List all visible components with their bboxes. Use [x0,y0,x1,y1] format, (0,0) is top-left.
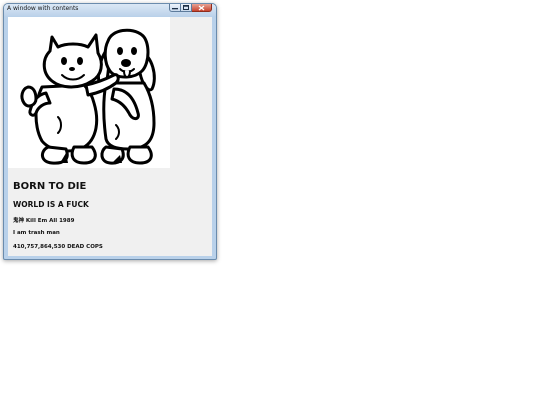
app-window: A window with contents BORN TO DIE WORLD… [3,3,217,260]
window-content: BORN TO DIE WORLD IS A FUCK 鬼神 Kill Em A… [8,17,212,256]
text-line-3: 410,757,864,530 DEAD COPS [13,244,103,250]
window-title: A window with contents [7,5,79,12]
maximize-icon [183,5,189,10]
close-button[interactable] [192,4,212,12]
heading: BORN TO DIE [13,181,87,192]
cat-and-dog-image [8,17,170,168]
subheading: WORLD IS A FUCK [13,200,89,209]
text-line-2: I am trash man [13,230,60,236]
title-bar[interactable]: A window with contents [4,4,216,16]
cartoon-illustration [20,28,156,165]
caption-buttons [169,4,212,13]
minimize-icon [172,7,178,9]
minimize-button[interactable] [169,4,181,12]
close-icon [198,4,205,11]
maximize-button[interactable] [181,4,192,12]
text-line-1: 鬼神 Kill Em All 1989 [13,218,75,224]
